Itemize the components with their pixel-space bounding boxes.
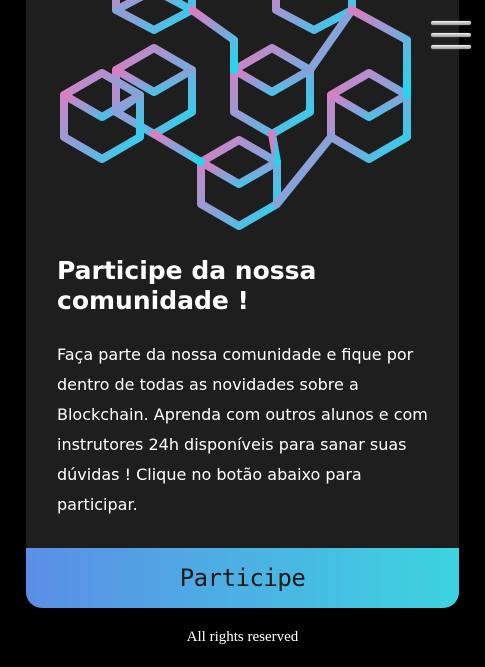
menu-bar <box>431 21 471 25</box>
community-card: Participe da nossa comunidade ! Faça par… <box>26 0 459 608</box>
menu-bar <box>431 33 471 37</box>
page-title: Participe da nossa comunidade ! <box>57 256 317 315</box>
hamburger-menu-icon[interactable] <box>429 17 473 55</box>
menu-bar <box>431 45 471 49</box>
participate-button[interactable]: Participe <box>26 548 459 608</box>
community-description: Faça parte da nossa comunidade e fique p… <box>57 345 428 514</box>
footer-text: All rights reserved <box>186 629 299 645</box>
page: Participe da nossa comunidade ! Faça par… <box>0 0 485 667</box>
blockchain-cubes-icon <box>26 0 459 245</box>
